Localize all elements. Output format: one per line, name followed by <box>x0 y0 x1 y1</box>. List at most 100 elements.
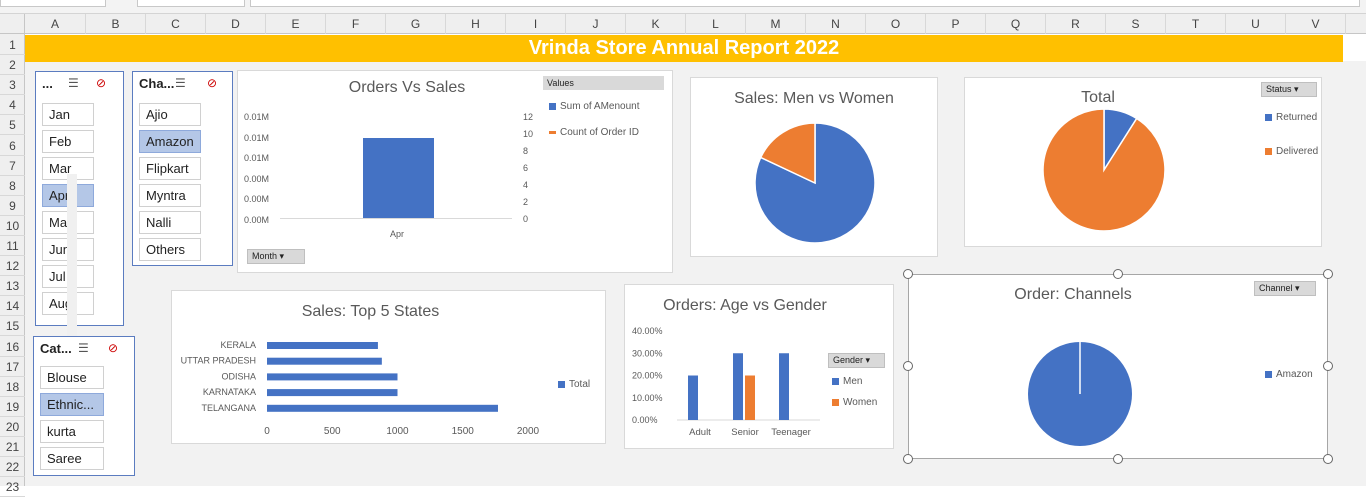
resize-handle[interactable] <box>903 269 913 279</box>
row-header[interactable]: 18 <box>0 377 25 397</box>
name-box[interactable] <box>0 0 106 7</box>
age-gender-chart[interactable]: Orders: Age vs Gender 40.00% 30.00% 20.00%… <box>624 284 894 449</box>
bar[interactable] <box>745 375 755 421</box>
category-slicer[interactable]: Cat... ☰ ⊘ Blouse Ethnic... kurta Saree <box>33 336 135 476</box>
column-header[interactable]: E <box>266 14 326 34</box>
slicer-item[interactable]: Myntra <box>139 184 201 207</box>
resize-handle[interactable] <box>903 361 913 371</box>
column-header[interactable]: G <box>386 14 446 34</box>
row-header[interactable]: 7 <box>0 156 25 176</box>
column-header[interactable]: R <box>1046 14 1106 34</box>
status-filter-button[interactable]: Status ▾ <box>1261 82 1317 97</box>
slicer-item[interactable]: Jan <box>42 103 94 126</box>
column-header[interactable]: J <box>566 14 626 34</box>
multi-select-icon[interactable]: ☰ <box>175 76 186 90</box>
column-header[interactable]: I <box>506 14 566 34</box>
multi-select-icon[interactable]: ☰ <box>68 76 79 90</box>
bar[interactable] <box>733 353 743 420</box>
slicer-item[interactable]: Feb <box>42 130 94 153</box>
slicer-item[interactable]: Flipkart <box>139 157 201 180</box>
orders-vs-sales-chart[interactable]: Orders Vs Sales 0.01M 0.01M 0.01M 0.00M 0.00… <box>237 70 673 273</box>
channel-filter-button[interactable]: Channel ▾ <box>1254 281 1316 296</box>
clear-filter-icon[interactable]: ⊘ <box>108 341 118 355</box>
row-header[interactable]: 2 <box>0 55 25 76</box>
values-field-button[interactable]: Values <box>543 76 664 90</box>
column-header[interactable]: U <box>1226 14 1286 34</box>
channel-slicer[interactable]: Cha... ☰ ⊘ Ajio Amazon Flipkart Myntra Nalli… <box>132 71 233 266</box>
bar[interactable] <box>267 373 398 381</box>
formula-input[interactable] <box>250 0 1360 7</box>
row-header[interactable]: 11 <box>0 236 25 256</box>
slicer-item[interactable]: Saree <box>40 447 104 470</box>
slicer-item[interactable]: Ajio <box>139 103 201 126</box>
slicer-item[interactable]: Ethnic... <box>40 393 104 416</box>
column-header[interactable]: M <box>746 14 806 34</box>
row-header[interactable]: 23 <box>0 477 25 497</box>
row-header[interactable]: 21 <box>0 437 25 457</box>
column-header[interactable]: V <box>1286 14 1346 34</box>
column-header[interactable]: A <box>25 14 86 34</box>
slicer-item[interactable]: Nalli <box>139 211 201 234</box>
row-header[interactable]: 1 <box>0 35 25 55</box>
row-header[interactable]: 3 <box>0 75 25 96</box>
row-header[interactable]: 15 <box>0 316 25 337</box>
month-slicer[interactable]: ... ☰ ⊘ Jan Feb Mar Apr May Jun Jul Aug <box>35 71 124 392</box>
resize-handle[interactable] <box>1113 269 1123 279</box>
bar[interactable] <box>267 357 382 365</box>
row-header[interactable]: 20 <box>0 417 25 437</box>
row-header[interactable]: 16 <box>0 337 25 357</box>
channels-chart[interactable]: Order: Channels Channel ▾ Amazon <box>908 274 1328 459</box>
row-header[interactable]: 22 <box>0 457 25 478</box>
row-header[interactable]: 10 <box>0 216 25 236</box>
slicer-item[interactable]: Amazon <box>139 130 201 153</box>
men-vs-women-chart[interactable]: Sales: Men vs Women <box>690 77 938 257</box>
column-header[interactable]: P <box>926 14 986 34</box>
row-header[interactable]: 4 <box>0 95 25 116</box>
sales-bar[interactable] <box>363 138 434 218</box>
row-header[interactable]: 9 <box>0 196 25 216</box>
row-header[interactable]: 8 <box>0 176 25 196</box>
column-header[interactable]: T <box>1166 14 1226 34</box>
column-header[interactable]: F <box>326 14 386 34</box>
resize-handle[interactable] <box>1323 454 1333 464</box>
row-header[interactable]: 14 <box>0 296 25 317</box>
clear-filter-icon[interactable]: ⊘ <box>96 76 106 90</box>
y2-tick-label: 6 <box>523 163 529 173</box>
column-header[interactable]: N <box>806 14 866 34</box>
status-total-chart[interactable]: Total Status ▾ Returned Delivered <box>964 77 1322 247</box>
resize-handle[interactable] <box>903 454 913 464</box>
column-header[interactable]: C <box>146 14 206 34</box>
bar[interactable] <box>267 342 378 349</box>
select-all-corner[interactable] <box>0 14 25 34</box>
bar[interactable] <box>688 375 698 421</box>
multi-select-icon[interactable]: ☰ <box>78 341 89 355</box>
column-header[interactable]: O <box>866 14 926 34</box>
row-header[interactable]: 12 <box>0 256 25 277</box>
gender-filter-button[interactable]: Gender ▾ <box>828 353 885 368</box>
row-header[interactable]: 5 <box>0 115 25 136</box>
row-header[interactable]: 13 <box>0 276 25 297</box>
formula-controls[interactable] <box>137 0 245 7</box>
row-header[interactable]: 6 <box>0 136 25 156</box>
row-header[interactable]: 17 <box>0 357 25 377</box>
bar[interactable] <box>779 353 789 420</box>
resize-handle[interactable] <box>1323 361 1333 371</box>
slicer-item[interactable]: Others <box>139 238 201 261</box>
column-header[interactable]: L <box>686 14 746 34</box>
column-header[interactable]: S <box>1106 14 1166 34</box>
slicer-item[interactable]: Blouse <box>40 366 104 389</box>
column-header[interactable]: Q <box>986 14 1046 34</box>
bar[interactable] <box>267 404 498 412</box>
resize-handle[interactable] <box>1113 454 1123 464</box>
pie-slice[interactable] <box>1042 108 1166 232</box>
slicer-item[interactable]: kurta <box>40 420 104 443</box>
column-header[interactable]: D <box>206 14 266 34</box>
column-header[interactable]: B <box>86 14 146 34</box>
column-header[interactable]: H <box>446 14 506 34</box>
column-header[interactable]: K <box>626 14 686 34</box>
resize-handle[interactable] <box>1323 269 1333 279</box>
top-states-chart[interactable]: Sales: Top 5 States KERALA UTTAR PRADESH O… <box>171 290 606 444</box>
month-filter-button[interactable]: Month ▾ <box>247 249 305 264</box>
bar[interactable] <box>267 389 398 397</box>
row-header[interactable]: 19 <box>0 397 25 417</box>
